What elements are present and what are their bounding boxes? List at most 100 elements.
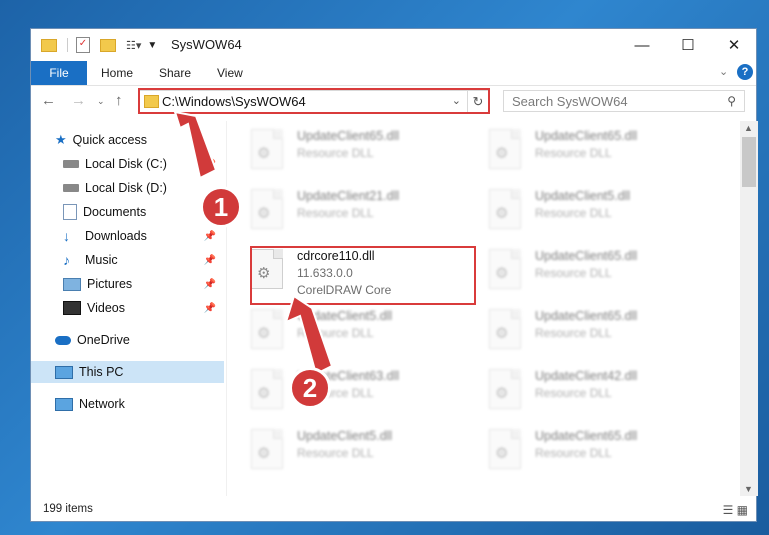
list-item[interactable]: ⚙ UpdateClient65.dll Resource DLL [489,309,709,361]
file-description: Resource DLL [297,326,374,340]
music-icon: ♪ [63,252,70,268]
search-input[interactable]: Search SysWOW64 ⚲ [503,90,745,112]
file-name: UpdateClient65.dll [535,129,638,143]
pin-icon[interactable]: 📌 [204,159,216,170]
sidebar-item-downloads[interactable]: ↓ Downloads 📌 [31,225,224,247]
file-description: Resource DLL [297,206,374,220]
sidebar-item-label: Music [85,253,118,267]
view-mode-icons[interactable]: ☰ ▦ [723,503,748,517]
network-icon [55,397,73,411]
ribbon-tabs: File Home Share View ⌄ ? [31,61,756,86]
list-item[interactable]: ⚙ UpdateClient21.dll Resource DLL [251,189,471,241]
file-name: UpdateClient65.dll [535,249,638,263]
vertical-scrollbar[interactable]: ▲ ▼ [740,121,758,496]
sidebar-item-quick-access[interactable]: ★ Quick access [31,129,224,151]
sidebar-item-label: OneDrive [77,333,130,347]
customize-toolbar-icon[interactable]: ☷▾ [126,39,141,52]
downloads-icon: ↓ [63,228,70,244]
tab-share[interactable]: Share [145,61,205,85]
title-bar: ✓ ☷▾ ▼ SysWOW64 — ☐ ✕ [31,29,756,61]
cloud-icon [55,335,71,345]
sidebar-item-label: Downloads [85,229,147,243]
sidebar-item-local-disk-c[interactable]: Local Disk (C:) 📌 [31,153,224,175]
dll-file-icon: ⚙ [251,369,283,409]
file-name: UpdateClient65.dll [297,129,400,143]
sidebar-item-videos[interactable]: Videos 📌 [31,297,224,319]
maximize-button[interactable]: ☐ [665,29,711,61]
file-description: Resource DLL [535,266,612,280]
sidebar-item-this-pc[interactable]: This PC [31,361,224,383]
list-item[interactable]: ⚙ UpdateClient65.dll Resource DLL [489,129,709,181]
dll-file-icon: ⚙ [251,429,283,469]
file-name: UpdateClient42.dll [535,369,638,383]
sidebar-item-network[interactable]: Network [31,393,224,415]
list-item[interactable]: ⚙ UpdateClient42.dll Resource DLL [489,369,709,421]
item-count: 199 items [43,503,93,515]
drive-icon [63,184,79,192]
videos-icon [63,301,81,315]
dll-file-icon: ⚙ [489,249,521,289]
recent-locations-icon[interactable]: ⌄ [97,96,105,107]
scroll-down-icon[interactable]: ▼ [744,484,753,494]
sidebar-item-onedrive[interactable]: OneDrive [31,329,224,351]
pin-icon[interactable]: 📌 [204,255,216,266]
list-item[interactable]: ⚙ UpdateClient5.dll Resource DLL [489,189,709,241]
file-description: Resource DLL [535,146,612,160]
tab-home[interactable]: Home [87,61,147,85]
dll-file-icon: ⚙ [251,129,283,169]
list-item[interactable]: ⚙ UpdateClient65.dll Resource DLL [489,429,709,481]
tab-view[interactable]: View [203,61,257,85]
scroll-up-icon[interactable]: ▲ [744,123,753,133]
list-item[interactable]: ⚙ UpdateClient65.dll Resource DLL [251,129,471,181]
file-description: Resource DLL [297,446,374,460]
file-name: UpdateClient5.dll [535,189,631,203]
sidebar-item-label: Network [79,397,125,411]
search-icon[interactable]: ⚲ [727,94,736,108]
pin-icon[interactable]: 📌 [204,303,216,314]
list-item[interactable]: ⚙ UpdateClient5.dll Resource DLL [251,429,471,481]
sidebar-item-pictures[interactable]: Pictures 📌 [31,273,224,295]
sidebar-item-documents[interactable]: Documents [31,201,224,223]
sidebar-item-local-disk-d[interactable]: Local Disk (D:) [31,177,224,199]
sidebar-item-label: Pictures [87,277,133,291]
tab-file[interactable]: File [31,61,87,85]
star-icon: ★ [55,132,67,147]
file-description: Resource DLL [535,446,612,460]
documents-icon [63,204,77,220]
close-button[interactable]: ✕ [711,29,757,61]
file-description: Resource DLL [297,146,374,160]
pin-icon[interactable]: 📌 [204,279,216,290]
file-description: Resource DLL [535,386,612,400]
back-arrow-icon[interactable]: ← [41,92,56,109]
list-item[interactable]: ⚙ UpdateClient65.dll Resource DLL [489,249,709,301]
file-name: UpdateClient65.dll [535,429,638,443]
file-list: ⚙ UpdateClient65.dll Resource DLL ⚙ Upda… [227,121,740,496]
explorer-window: ✓ ☷▾ ▼ SysWOW64 — ☐ ✕ File Home Share Vi… [30,28,758,522]
pin-icon[interactable]: 📌 [204,231,216,242]
up-arrow-icon[interactable]: ↑ [115,92,123,109]
sidebar-item-label: Quick access [72,133,147,147]
expand-ribbon-icon[interactable]: ⌄ [719,65,728,78]
search-placeholder: Search SysWOW64 [512,94,628,109]
minimize-button[interactable]: — [619,29,665,61]
file-name: UpdateClient21.dll [297,189,400,203]
sidebar-item-music[interactable]: ♪ Music 📌 [31,249,224,271]
dll-file-icon: ⚙ [251,189,283,229]
step-badge-2: 2 [289,367,331,409]
help-icon[interactable]: ? [737,64,753,80]
sidebar-item-label: This PC [79,365,124,379]
new-folder-icon[interactable] [100,38,116,52]
folder-icon [41,38,57,52]
dropdown-arrow-icon[interactable]: ▼ [147,40,157,51]
forward-arrow-icon[interactable]: → [71,92,86,109]
list-item[interactable]: ⚙ UpdateClient63.dll Resource DLL [251,369,471,421]
file-name: UpdateClient5.dll [297,429,393,443]
file-description: Resource DLL [535,326,612,340]
dll-file-icon: ⚙ [489,129,521,169]
pictures-icon [63,277,81,291]
scroll-thumb[interactable] [742,137,756,187]
properties-icon[interactable]: ✓ [76,37,90,53]
list-item[interactable]: ⚙ UpdateClient5.dll Resource DLL [251,309,471,361]
computer-icon [55,365,73,379]
file-name: UpdateClient5.dll [297,309,393,323]
